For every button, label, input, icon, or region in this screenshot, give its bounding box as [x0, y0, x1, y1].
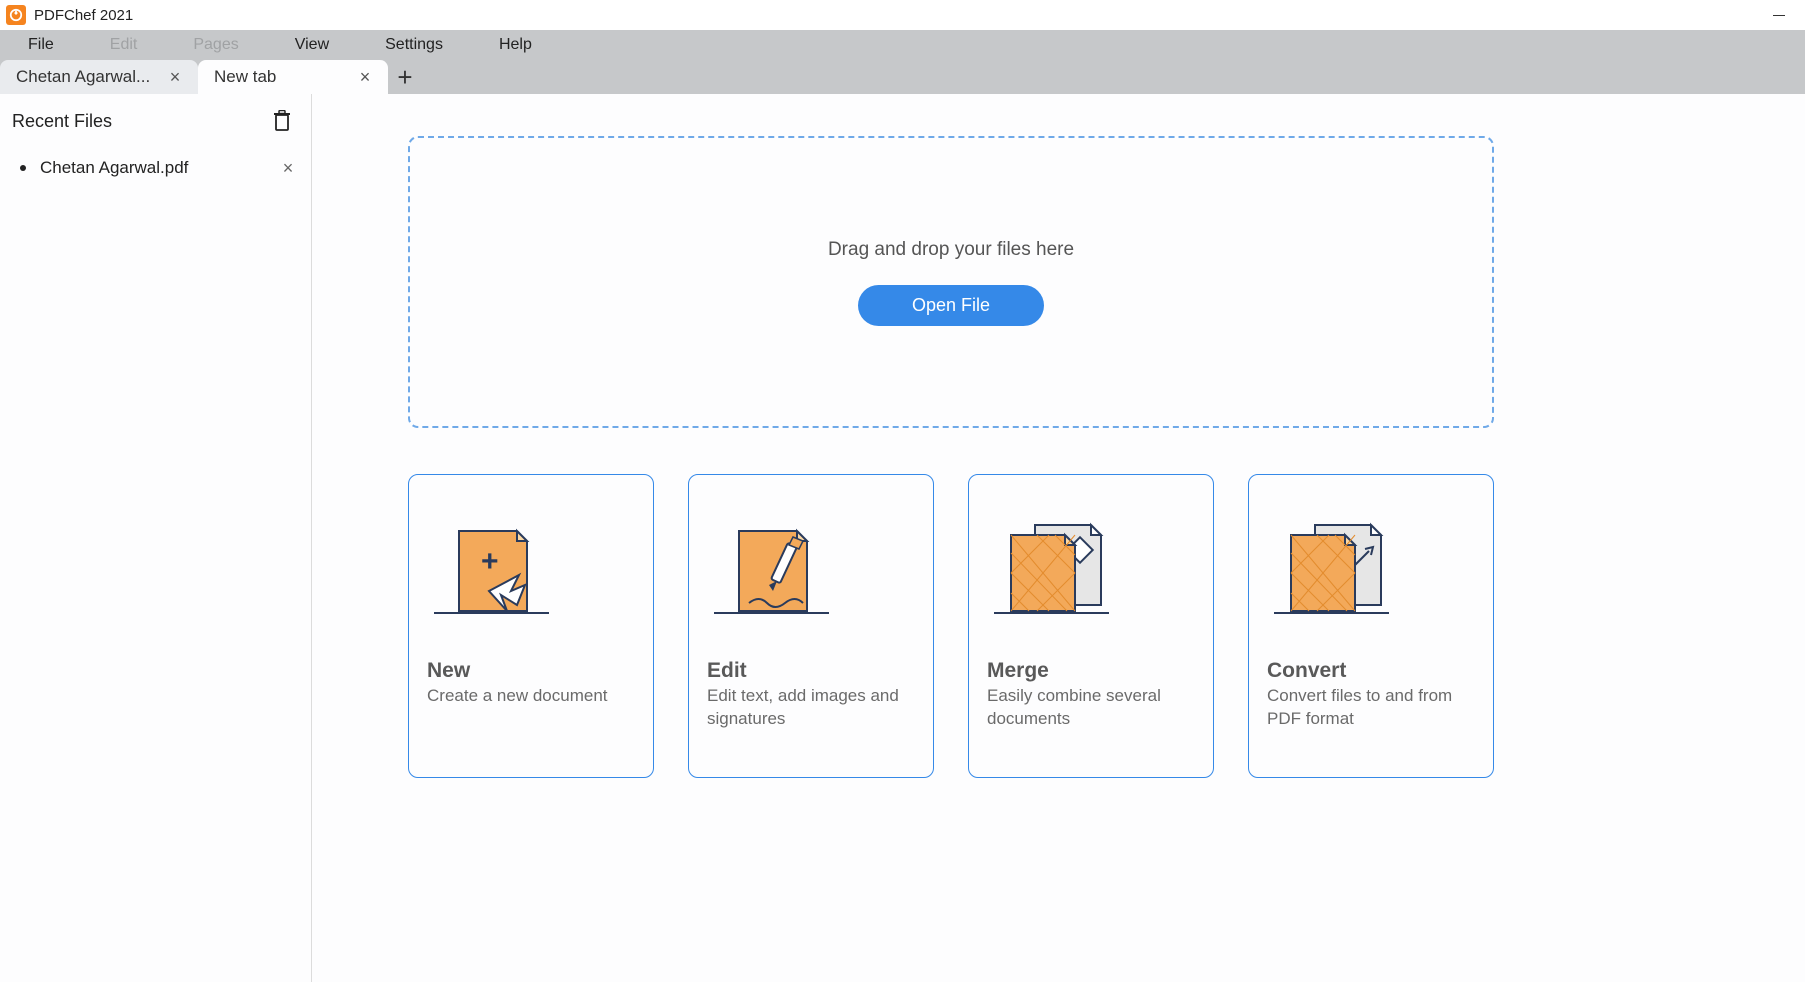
menu-file[interactable]: File — [0, 30, 82, 60]
tabsbar: Chetan Agarwal... × New tab × + — [0, 60, 1805, 94]
app-title: PDFChef 2021 — [34, 7, 133, 24]
card-title: Merge — [987, 659, 1195, 683]
card-title: Convert — [1267, 659, 1475, 683]
convert-documents-icon — [1267, 503, 1475, 623]
svg-text:+: + — [481, 545, 499, 578]
sidebar: Recent Files Chetan Agarwal.pdf × — [0, 94, 312, 982]
sidebar-header: Recent Files — [12, 108, 309, 134]
bullet-icon — [20, 165, 26, 171]
tab-close-icon[interactable]: × — [356, 68, 374, 86]
tab-close-icon[interactable]: × — [166, 68, 184, 86]
card-desc: Easily combine several documents — [987, 685, 1195, 731]
action-cards: + New Create a new document — [408, 474, 1494, 778]
card-edit[interactable]: Edit Edit text, add images and signature… — [688, 474, 934, 778]
card-merge[interactable]: Merge Easily combine several documents — [968, 474, 1214, 778]
menu-settings[interactable]: Settings — [357, 30, 471, 60]
menu-help[interactable]: Help — [471, 30, 560, 60]
trash-icon — [272, 110, 292, 132]
tab-newtab[interactable]: New tab × — [198, 60, 388, 94]
new-tab-button[interactable]: + — [388, 60, 422, 94]
menu-view[interactable]: View — [267, 30, 357, 60]
card-title: Edit — [707, 659, 915, 683]
menu-edit: Edit — [82, 30, 166, 60]
open-file-button[interactable]: Open File — [858, 285, 1044, 326]
recent-file-name: Chetan Agarwal.pdf — [40, 158, 279, 178]
card-desc: Edit text, add images and signatures — [707, 685, 915, 731]
card-new[interactable]: + New Create a new document — [408, 474, 654, 778]
content: Drag and drop your files here Open File … — [312, 94, 1805, 982]
recent-file-item[interactable]: Chetan Agarwal.pdf × — [12, 152, 309, 184]
new-document-icon: + — [427, 503, 635, 623]
menu-pages: Pages — [165, 30, 266, 60]
tab-document[interactable]: Chetan Agarwal... × — [0, 60, 198, 94]
titlebar: PDFChef 2021 — [0, 0, 1805, 30]
clear-recent-button[interactable] — [269, 108, 295, 134]
menubar: File Edit Pages View Settings Help — [0, 30, 1805, 60]
edit-document-icon — [707, 503, 915, 623]
minimize-button[interactable] — [1759, 0, 1799, 30]
tab-label: Chetan Agarwal... — [16, 67, 158, 87]
merge-documents-icon — [987, 503, 1195, 623]
main: Recent Files Chetan Agarwal.pdf × Drag a… — [0, 94, 1805, 982]
card-convert[interactable]: Convert Convert files to and from PDF fo… — [1248, 474, 1494, 778]
chrome-bar: File Edit Pages View Settings Help Cheta… — [0, 30, 1805, 94]
card-desc: Create a new document — [427, 685, 635, 708]
card-title: New — [427, 659, 635, 683]
dropzone[interactable]: Drag and drop your files here Open File — [408, 136, 1494, 428]
recent-files-title: Recent Files — [12, 111, 112, 132]
card-desc: Convert files to and from PDF format — [1267, 685, 1475, 731]
app-icon — [6, 5, 26, 25]
recent-remove-icon[interactable]: × — [279, 159, 297, 177]
tab-label: New tab — [214, 67, 348, 87]
dropzone-text: Drag and drop your files here — [828, 239, 1074, 261]
